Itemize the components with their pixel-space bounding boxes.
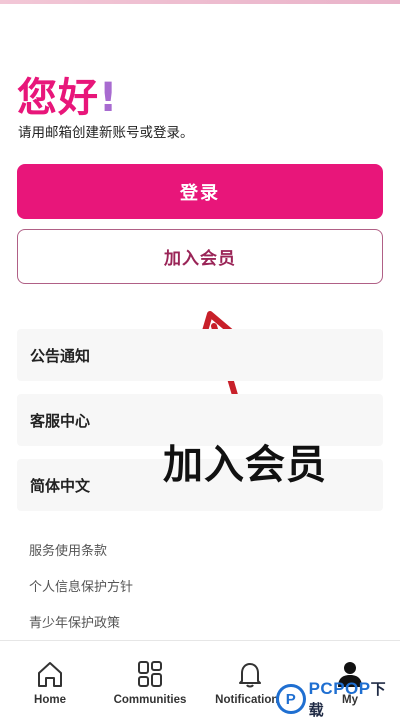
communities-icon <box>138 661 162 687</box>
tab-label: Communities <box>113 694 187 706</box>
bell-icon <box>239 663 261 688</box>
tab-label: Notifications <box>215 694 285 706</box>
home-icon <box>38 662 62 687</box>
top-strip <box>0 0 400 4</box>
tab-communities[interactable]: Communities <box>100 641 200 720</box>
greeting-mark: ! <box>99 75 119 121</box>
watermark-circle-icon: P <box>276 684 306 714</box>
tab-label: Home <box>34 694 66 706</box>
greeting-text: 您好 <box>17 75 99 121</box>
tab-home[interactable]: Home <box>0 641 100 720</box>
watermark-brand-name: PCPOP <box>308 679 371 698</box>
login-button[interactable]: 登录 <box>17 164 383 219</box>
menu-item-label: 客服中心 <box>30 411 91 430</box>
watermark-brand: PCPOP下载 <box>309 678 400 720</box>
greeting-title: 您好! <box>17 74 118 122</box>
overlay-caption: 加入会员 <box>163 442 327 488</box>
menu-item-label: 简体中文 <box>30 476 91 495</box>
menu-item-label: 公告通知 <box>30 346 91 365</box>
join-membership-button[interactable]: 加入会员 <box>17 229 383 284</box>
watermark-logo: P PCPOP下载 <box>276 679 400 719</box>
menu-item-announcements[interactable]: 公告通知 <box>17 329 383 381</box>
link-terms-of-service[interactable]: 服务使用条款 <box>29 543 107 561</box>
link-privacy-policy[interactable]: 个人信息保护方针 <box>29 579 133 597</box>
greeting-subtitle: 请用邮箱创建新账号或登录。 <box>18 125 194 141</box>
link-youth-protection[interactable]: 青少年保护政策 <box>29 615 120 633</box>
